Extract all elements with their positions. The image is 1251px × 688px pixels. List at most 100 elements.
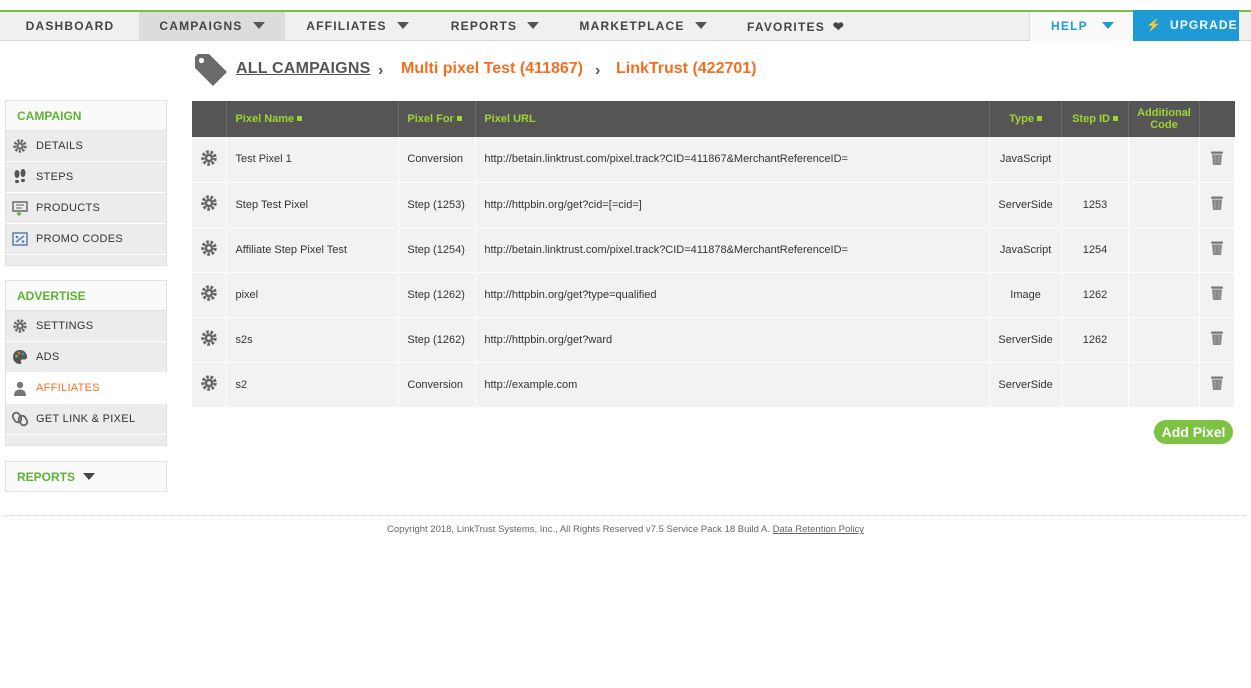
trash-icon	[1210, 376, 1224, 394]
row-settings-button[interactable]	[192, 272, 228, 318]
header-actions	[192, 101, 228, 137]
row-settings-button[interactable]	[192, 137, 228, 183]
cell-type: Image	[989, 272, 1063, 318]
sort-icon	[456, 116, 462, 121]
person-icon	[14, 381, 26, 396]
header-pixel-for[interactable]: Pixel For	[398, 101, 477, 137]
cell-pixel-for: Step (1262)	[398, 272, 477, 318]
footsteps-icon	[14, 169, 26, 184]
chevron-right-icon: ›	[378, 62, 384, 79]
sidebar-item-promo-codes[interactable]: PROMO CODES	[6, 224, 166, 255]
table-row: s2 Conversion http://example.com ServerSide	[192, 362, 1236, 408]
nav-favorites[interactable]: FAVORITES ❤	[726, 12, 866, 41]
cell-type: ServerSide	[989, 362, 1063, 408]
row-settings-button[interactable]	[192, 362, 228, 408]
trash-icon	[1210, 241, 1224, 259]
cell-type: ServerSide	[989, 317, 1063, 363]
help-menu[interactable]: HELP	[1029, 12, 1133, 41]
cell-additional-code	[1128, 137, 1200, 183]
cell-pixel-for: Step (1262)	[398, 317, 477, 363]
chevron-down-icon	[83, 473, 96, 480]
campaign-panel: CAMPAIGN DETAILS STEPS PRODUCTS PROMO CO…	[5, 100, 167, 266]
row-delete-button[interactable]	[1199, 362, 1236, 408]
lightning-icon: ⚡	[1146, 18, 1163, 32]
row-delete-button[interactable]	[1199, 272, 1236, 318]
header-delete	[1199, 101, 1235, 137]
nav-affiliates[interactable]: AFFILIATES	[285, 12, 430, 41]
cell-pixel-name: Affiliate Step Pixel Test	[226, 227, 400, 273]
sidebar-item-products[interactable]: PRODUCTS	[6, 193, 166, 224]
chevron-down-icon	[1101, 22, 1114, 29]
sidebar-item-affiliates[interactable]: AFFILIATES	[6, 372, 180, 404]
table-row: s2s Step (1262) http://httpbin.org/get?war…	[192, 317, 1236, 363]
cell-pixel-name: Test Pixel 1	[226, 137, 400, 183]
campaign-panel-title: CAMPAIGN	[6, 101, 166, 131]
upgrade-button[interactable]: ⚡ UPGRADE	[1133, 10, 1239, 41]
trash-icon	[1210, 331, 1224, 349]
tag-icon	[195, 54, 227, 86]
gear-icon	[200, 285, 218, 305]
reports-panel-title[interactable]: REPORTS	[6, 462, 166, 491]
row-settings-button[interactable]	[192, 182, 228, 228]
cell-pixel-url: http://betain.linktrust.com/pixel.track?…	[475, 227, 991, 273]
nav-dashboard[interactable]: DASHBOARD	[0, 12, 140, 41]
cell-pixel-for: Step (1253)	[398, 182, 477, 228]
row-delete-button[interactable]	[1199, 137, 1236, 183]
header-type[interactable]: Type	[989, 101, 1063, 137]
sidebar-item-details[interactable]: DETAILS	[6, 131, 166, 162]
sort-icon	[297, 116, 303, 121]
reports-panel[interactable]: REPORTS	[5, 461, 167, 492]
sidebar-item-label: SETTINGS	[36, 320, 94, 332]
cell-pixel-name: pixel	[226, 272, 400, 318]
cell-additional-code	[1128, 317, 1200, 363]
row-delete-button[interactable]	[1199, 182, 1236, 228]
nav-reports[interactable]: REPORTS	[430, 12, 560, 41]
footer: Copyright 2018, LinkTrust Systems, Inc.,…	[0, 524, 1251, 535]
row-delete-button[interactable]	[1199, 317, 1236, 363]
add-pixel-button[interactable]: Add Pixel	[1154, 420, 1233, 444]
sidebar-item-label: PROMO CODES	[36, 233, 124, 245]
cell-pixel-url: http://httpbin.org/get?type=qualified	[475, 272, 991, 318]
sidebar-item-settings[interactable]: SETTINGS	[6, 311, 166, 342]
help-label: HELP	[1051, 19, 1088, 33]
nav-marketplace[interactable]: MARKETPLACE	[560, 12, 726, 41]
cell-step-id: 1254	[1061, 227, 1129, 273]
sidebar-item-get-link-pixel[interactable]: GET LINK & PIXEL	[6, 404, 166, 435]
gear-icon	[200, 240, 218, 260]
trash-icon	[1210, 151, 1224, 169]
breadcrumb-all-campaigns[interactable]: ALL CAMPAIGNS	[236, 60, 370, 78]
sidebar-item-label: DETAILS	[36, 140, 84, 152]
header-pixel-name[interactable]: Pixel Name	[226, 101, 400, 137]
row-delete-button[interactable]	[1199, 227, 1236, 273]
nav-reports-label: REPORTS	[450, 19, 518, 33]
cell-pixel-name: s2	[226, 362, 400, 408]
advertise-panel-title: ADVERTISE	[6, 281, 166, 311]
row-settings-button[interactable]	[192, 227, 228, 273]
row-settings-button[interactable]	[192, 317, 228, 363]
header-step-id[interactable]: Step ID	[1061, 101, 1129, 137]
chevron-down-icon	[527, 22, 540, 29]
nav-dashboard-label: DASHBOARD	[25, 19, 115, 33]
cell-pixel-url: http://httpbin.org/get?ward	[475, 317, 991, 363]
cell-step-id	[1061, 137, 1129, 183]
products-icon	[12, 201, 28, 216]
cell-step-id: 1253	[1061, 182, 1129, 228]
sidebar-item-label: STEPS	[36, 171, 74, 183]
chevron-down-icon	[694, 22, 707, 29]
breadcrumb-campaign[interactable]: Multi pixel Test (411867)	[401, 60, 583, 78]
gear-icon	[200, 375, 218, 395]
cell-pixel-for: Conversion	[398, 137, 477, 183]
table-row: Affiliate Step Pixel Test Step (1254) http…	[192, 227, 1236, 273]
data-retention-policy-link[interactable]: Data Retention Policy	[773, 524, 864, 535]
cell-additional-code	[1128, 227, 1200, 273]
sidebar-item-ads[interactable]: ADS	[6, 342, 166, 373]
advertise-panel: ADVERTISE SETTINGS ADS AFFILIATES GET LI…	[5, 280, 180, 446]
nav-campaigns[interactable]: CAMPAIGNS	[139, 12, 285, 41]
chevron-down-icon	[396, 22, 409, 29]
table-row: Test Pixel 1 Conversion http://betain.link…	[192, 137, 1236, 183]
table-row: Step Test Pixel Step (1253) http://httpbin…	[192, 182, 1236, 228]
breadcrumb-affiliate[interactable]: LinkTrust (422701)	[616, 60, 757, 78]
cell-pixel-name: s2s	[226, 317, 400, 363]
nav-marketplace-label: MARKETPLACE	[579, 19, 685, 33]
sidebar-item-steps[interactable]: STEPS	[6, 162, 166, 193]
